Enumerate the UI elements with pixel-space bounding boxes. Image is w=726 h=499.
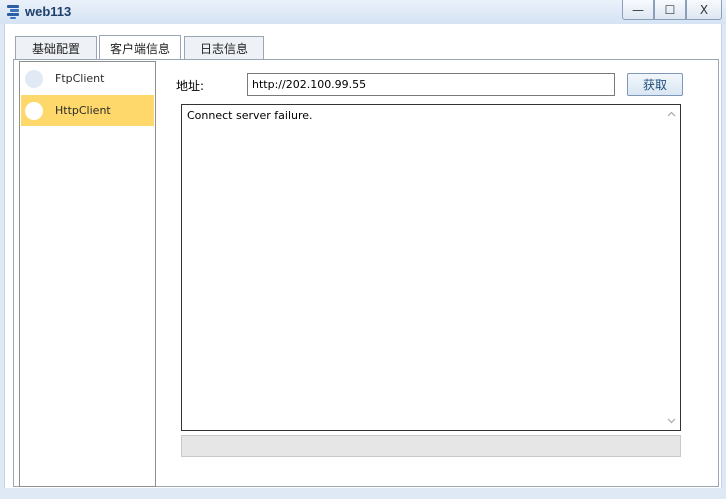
client-status-icon — [25, 69, 43, 88]
list-item-http-client[interactable]: HttpClient — [21, 95, 154, 126]
tab-label: 基础配置 — [31, 42, 80, 56]
client-status-icon — [25, 101, 43, 120]
tab-label: 客户端信息 — [109, 41, 170, 56]
window-title: web113 — [25, 4, 72, 19]
tab-content: FtpClient HttpClient 地址: 获取 Connect serv… — [13, 59, 719, 487]
vertical-scrollbar[interactable] — [663, 106, 679, 429]
main-panel: 基础配置 客户端信息 日志信息 FtpClient HttpClient 地址:… — [4, 24, 722, 488]
fetch-button[interactable]: 获取 — [627, 73, 683, 96]
tab-client-info[interactable]: 客户端信息 — [99, 35, 181, 60]
list-item-label: FtpClient — [55, 72, 105, 85]
close-icon: X — [699, 2, 709, 17]
window-bottom-border — [0, 488, 726, 499]
maximize-button[interactable]: ☐ — [654, 0, 686, 20]
output-text: Connect server failure. — [187, 109, 313, 122]
tab-basic-config[interactable]: 基础配置 — [15, 36, 97, 60]
maximize-icon: ☐ — [664, 2, 676, 17]
title-bar: web113 — ☐ X — [0, 0, 726, 24]
output-textarea[interactable]: Connect server failure. — [181, 104, 681, 431]
fetch-button-label: 获取 — [642, 78, 667, 92]
client-list: FtpClient HttpClient — [19, 61, 156, 487]
minimize-icon: — — [632, 2, 644, 17]
scroll-down-icon[interactable] — [663, 413, 679, 429]
close-button[interactable]: X — [686, 0, 722, 20]
tab-log-info[interactable]: 日志信息 — [184, 36, 264, 60]
address-input[interactable] — [247, 73, 615, 96]
tab-label: 日志信息 — [199, 42, 248, 56]
app-logo-icon — [7, 5, 19, 19]
address-label: 地址: — [176, 79, 205, 93]
scroll-up-icon[interactable] — [663, 106, 679, 122]
list-item-label: HttpClient — [55, 104, 111, 117]
minimize-button[interactable]: — — [622, 0, 654, 20]
status-bar — [181, 435, 681, 457]
list-item-ftp-client[interactable]: FtpClient — [21, 63, 154, 94]
